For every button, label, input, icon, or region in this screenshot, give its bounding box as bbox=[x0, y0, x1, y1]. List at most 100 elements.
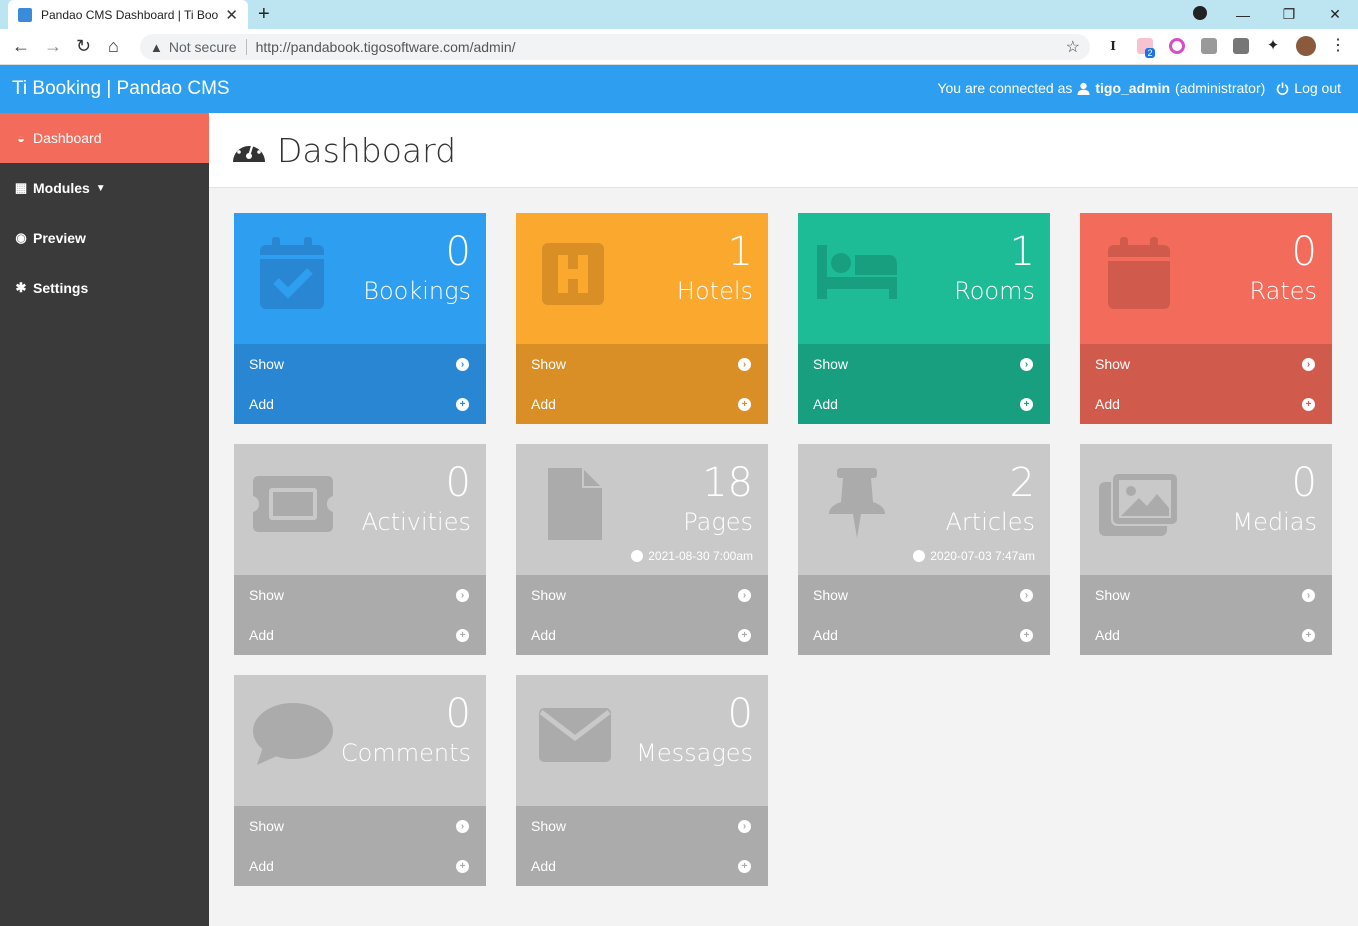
color-picker-icon[interactable] bbox=[1169, 38, 1185, 54]
card-label: Medias bbox=[1232, 508, 1317, 536]
extension-badge-icon[interactable]: 2 bbox=[1137, 38, 1155, 58]
show-link[interactable]: Show › bbox=[516, 806, 768, 846]
restore-icon[interactable]: ❐ bbox=[1266, 6, 1312, 23]
plus-circle-icon: + bbox=[1020, 628, 1033, 642]
tab-title: Pandao CMS Dashboard | Ti Book bbox=[41, 7, 220, 22]
comment-icon bbox=[253, 703, 333, 765]
show-link[interactable]: Show › bbox=[234, 344, 486, 384]
reload-icon[interactable]: ↻ bbox=[76, 37, 91, 55]
card-count: 0 bbox=[727, 691, 753, 737]
avatar[interactable] bbox=[1296, 36, 1316, 56]
card-rates: 0 Rates Show › Add + bbox=[1080, 213, 1332, 424]
tab-close-icon[interactable]: ✕ bbox=[225, 6, 238, 24]
add-label: Add bbox=[249, 396, 274, 412]
extension-square-icon[interactable] bbox=[1233, 38, 1249, 54]
url-text[interactable]: http://pandabook.tigosoftware.com/admin/ bbox=[256, 39, 516, 55]
card-label: Articles bbox=[945, 508, 1036, 536]
card-count: 0 bbox=[445, 691, 471, 737]
add-label: Add bbox=[249, 858, 274, 874]
card-label: Activities bbox=[361, 508, 472, 536]
card-label: Comments bbox=[340, 739, 471, 767]
show-link[interactable]: Show › bbox=[798, 344, 1050, 384]
show-link[interactable]: Show › bbox=[516, 575, 768, 615]
brand-title[interactable]: Ti Booking | Pandao CMS bbox=[12, 78, 230, 100]
user-info: You are connected as tigo_admin (adminis… bbox=[937, 80, 1341, 96]
add-link[interactable]: Add + bbox=[516, 615, 768, 655]
sidebar-item-preview[interactable]: ◉ Preview bbox=[0, 213, 209, 263]
add-link[interactable]: Add + bbox=[234, 846, 486, 886]
card-count: 0 bbox=[1291, 229, 1317, 275]
browser-tab[interactable]: Pandao CMS Dashboard | Ti Book ✕ bbox=[8, 0, 248, 29]
plus-circle-icon: + bbox=[738, 397, 751, 411]
address-bar[interactable]: ▲ Not secure http://pandabook.tigosoftwa… bbox=[140, 34, 1090, 60]
puzzle-icon[interactable]: ✦ bbox=[1265, 38, 1281, 54]
show-link[interactable]: Show › bbox=[1080, 575, 1332, 615]
add-link[interactable]: Add + bbox=[1080, 615, 1332, 655]
show-label: Show bbox=[1095, 356, 1131, 372]
sidebar-item-label: Settings bbox=[33, 280, 89, 296]
extension-i-icon[interactable]: I bbox=[1105, 38, 1121, 54]
sidebar-item-label: Preview bbox=[33, 230, 86, 246]
card-count: 2 bbox=[1009, 460, 1035, 506]
add-label: Add bbox=[531, 858, 556, 874]
show-link[interactable]: Show › bbox=[516, 344, 768, 384]
show-link[interactable]: Show › bbox=[234, 806, 486, 846]
chevron-circle-right-icon: › bbox=[738, 357, 751, 371]
camera-icon[interactable] bbox=[1201, 38, 1217, 54]
add-link[interactable]: Add + bbox=[798, 615, 1050, 655]
logout-label: Log out bbox=[1294, 80, 1341, 96]
card-label: Rates bbox=[1249, 277, 1317, 305]
show-link[interactable]: Show › bbox=[234, 575, 486, 615]
username: tigo_admin bbox=[1095, 80, 1171, 96]
add-label: Add bbox=[531, 627, 556, 643]
sidebar-item-settings[interactable]: ✱ Settings bbox=[0, 263, 209, 313]
home-icon[interactable]: ⌂ bbox=[108, 37, 119, 55]
back-icon[interactable]: ← bbox=[12, 37, 30, 55]
add-link[interactable]: Add + bbox=[1080, 384, 1332, 424]
last-updated: 2020-07-03 7:47am bbox=[913, 549, 1035, 563]
calendar-check-icon bbox=[260, 237, 324, 309]
menu-kebab-icon[interactable]: ⋮ bbox=[1330, 38, 1346, 54]
plus-circle-icon: + bbox=[1302, 397, 1315, 411]
last-updated: 2021-08-30 7:00am bbox=[631, 549, 753, 563]
not-secure-label[interactable]: Not secure bbox=[169, 39, 237, 55]
media-control-icon[interactable] bbox=[1193, 6, 1207, 20]
sidebar-item-modules[interactable]: ▦ Modules ▼ bbox=[0, 163, 209, 213]
add-link[interactable]: Add + bbox=[234, 615, 486, 655]
show-label: Show bbox=[1095, 587, 1131, 603]
add-label: Add bbox=[1095, 627, 1120, 643]
divider bbox=[245, 39, 247, 55]
show-link[interactable]: Show › bbox=[1080, 344, 1332, 384]
show-label: Show bbox=[249, 587, 285, 603]
show-link[interactable]: Show › bbox=[798, 575, 1050, 615]
eye-icon: ◉ bbox=[15, 230, 27, 245]
card-rooms: 1 Rooms Show › Add + bbox=[798, 213, 1050, 424]
add-link[interactable]: Add + bbox=[516, 846, 768, 886]
power-icon bbox=[1276, 82, 1289, 95]
show-label: Show bbox=[531, 818, 567, 834]
card-count: 1 bbox=[727, 229, 753, 275]
dashboard-gauge-icon bbox=[233, 138, 265, 162]
images-icon bbox=[1099, 472, 1179, 536]
add-link[interactable]: Add + bbox=[234, 384, 486, 424]
bookmark-star-icon[interactable]: ☆ bbox=[1066, 37, 1080, 57]
chevron-circle-right-icon: › bbox=[738, 588, 751, 602]
minimize-icon[interactable]: — bbox=[1220, 7, 1266, 23]
forward-icon[interactable]: → bbox=[44, 37, 62, 55]
add-label: Add bbox=[1095, 396, 1120, 412]
card-count: 0 bbox=[445, 460, 471, 506]
chevron-circle-right-icon: › bbox=[738, 819, 751, 833]
sidebar-item-label: Dashboard bbox=[33, 130, 102, 146]
add-link[interactable]: Add + bbox=[516, 384, 768, 424]
card-comments: 0 Comments Show › Add + bbox=[234, 675, 486, 886]
plus-circle-icon: + bbox=[456, 397, 469, 411]
pushpin-icon bbox=[829, 468, 885, 538]
sidebar-item-dashboard[interactable]: ◒ Dashboard bbox=[0, 113, 209, 163]
new-tab-icon[interactable]: + bbox=[258, 3, 270, 26]
last-updated-date: 2020-07-03 7:47am bbox=[930, 549, 1035, 563]
show-label: Show bbox=[813, 587, 849, 603]
browser-toolbar: ← → ↻ ⌂ ▲ Not secure http://pandabook.ti… bbox=[0, 29, 1358, 65]
logout-link[interactable]: Log out bbox=[1276, 80, 1341, 96]
window-close-icon[interactable]: ✕ bbox=[1312, 6, 1358, 23]
add-link[interactable]: Add + bbox=[798, 384, 1050, 424]
